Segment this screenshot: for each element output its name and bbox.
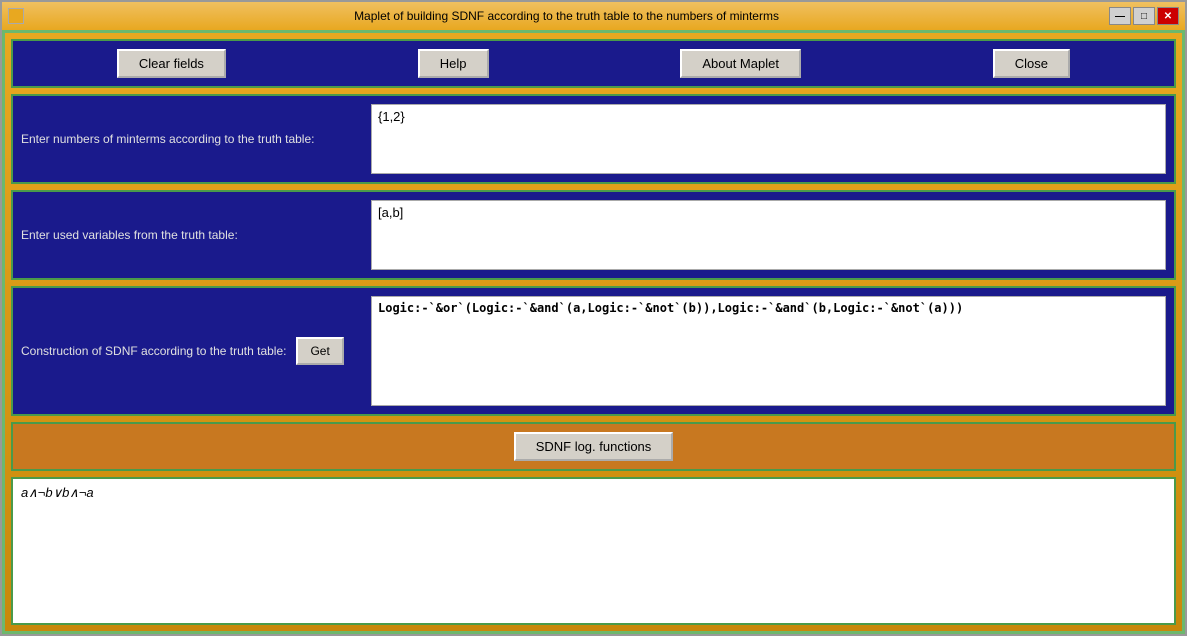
sdnf-construction-label: Construction of SDNF according to the tr… [21, 296, 371, 406]
minimize-button[interactable]: — [1109, 7, 1131, 25]
minterms-section: Enter numbers of minterms according to t… [11, 94, 1176, 184]
window-controls: — □ ✕ [1109, 7, 1179, 25]
close-window-button[interactable]: ✕ [1157, 7, 1179, 25]
variables-input[interactable] [371, 200, 1166, 270]
main-content: Clear fields Help About Maplet Close Ent… [2, 30, 1185, 634]
minterms-input[interactable] [371, 104, 1166, 174]
sdnf-log-functions-button[interactable]: SDNF log. functions [514, 432, 674, 461]
window-title: Maplet of building SDNF according to the… [24, 9, 1109, 23]
variables-section: Enter used variables from the truth tabl… [11, 190, 1176, 280]
about-button[interactable]: About Maplet [680, 49, 801, 78]
sdnf-bar: SDNF log. functions [11, 422, 1176, 471]
app-icon [8, 8, 24, 24]
output-box: a∧¬b∨b∧¬a [11, 477, 1176, 625]
help-button[interactable]: Help [418, 49, 489, 78]
clear-fields-button[interactable]: Clear fields [117, 49, 226, 78]
output-text: a∧¬b∨b∧¬a [21, 485, 94, 500]
get-button[interactable]: Get [296, 337, 343, 365]
toolbar: Clear fields Help About Maplet Close [11, 39, 1176, 88]
minterms-label: Enter numbers of minterms according to t… [21, 104, 371, 174]
title-bar: Maplet of building SDNF according to the… [2, 2, 1185, 30]
close-button[interactable]: Close [993, 49, 1070, 78]
maximize-button[interactable]: □ [1133, 7, 1155, 25]
variables-label: Enter used variables from the truth tabl… [21, 200, 371, 270]
main-window: Maplet of building SDNF according to the… [0, 0, 1187, 636]
sdnf-construction-section: Construction of SDNF according to the tr… [11, 286, 1176, 416]
sdnf-result-area[interactable] [371, 296, 1166, 406]
